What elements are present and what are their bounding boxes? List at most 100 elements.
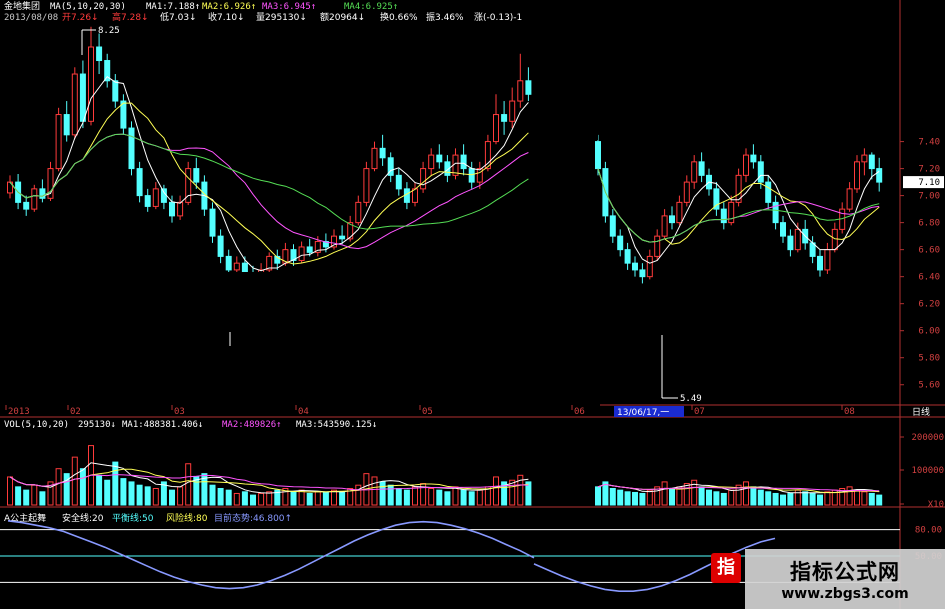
left-volume-bar	[371, 476, 378, 506]
indicator-balance-line: 平衡线:50	[112, 512, 154, 524]
right-candle	[624, 249, 631, 264]
left-volume-bar	[436, 489, 443, 506]
left-candle	[460, 154, 467, 170]
left-volume-bar	[71, 456, 78, 506]
left-volume-bar	[39, 491, 46, 506]
quote-volume: 量295130↓	[256, 12, 307, 23]
right-volume-bar	[683, 483, 690, 506]
left-volume-bar	[185, 463, 192, 506]
left-candle	[55, 114, 62, 170]
right-volume-bar	[824, 491, 831, 506]
price-tick-label: 7.00	[918, 192, 940, 202]
indicator-name: A公主起舞	[4, 512, 46, 524]
right-candle	[646, 255, 653, 278]
left-volume-bar	[63, 473, 70, 506]
ma4-value: MA4:6.925↑	[344, 2, 398, 12]
price-tick-label: 7.40	[918, 138, 940, 148]
right-candle	[676, 201, 683, 224]
right-volume-bar	[750, 486, 757, 506]
right-candle	[831, 228, 838, 251]
left-candle	[420, 168, 427, 190]
left-volume-bar	[412, 486, 418, 506]
right-volume-bar	[780, 494, 786, 506]
left-volume-bar	[96, 474, 103, 506]
watermark-logo: 指 指标公式网 www.zbgs3.com	[711, 549, 945, 609]
right-candle	[876, 168, 883, 183]
time-tick-label: 05	[422, 407, 433, 417]
price-tick-label: 6.60	[918, 246, 940, 256]
time-tick-label: 04	[298, 407, 309, 417]
volume-value: 295130↓	[78, 420, 116, 430]
left-volume-bar	[104, 479, 111, 506]
right-volume-bar	[876, 494, 883, 506]
left-volume-bar	[79, 468, 86, 506]
left-candle	[152, 188, 159, 207]
left-candle	[339, 235, 346, 240]
left-candle	[169, 201, 175, 217]
left-volume-bar	[152, 488, 159, 506]
left-volume-bar	[331, 489, 337, 506]
left-volume-bar	[428, 488, 435, 506]
indicator-tick-label: 80.00	[915, 526, 942, 536]
volume-ma2: MA2:489826↑	[222, 420, 282, 430]
candlestick-chart[interactable]: 5.498.25金地集团 MA(5,10,20,30) MA1:7.188↑ MA2:…	[0, 0, 945, 609]
mask-left	[0, 272, 185, 407]
indicator-safe-line: 安全线:20	[62, 512, 104, 524]
left-candle	[144, 195, 151, 207]
indicator-trend-value: 目前态势:46.800↑	[214, 512, 292, 524]
right-volume-bar	[809, 492, 816, 506]
left-candle	[160, 188, 167, 203]
right-candle	[817, 255, 823, 271]
left-candle	[476, 168, 483, 183]
left-volume-bar	[144, 486, 151, 506]
left-candle	[96, 46, 103, 62]
volume-tick-label: 100000	[911, 466, 944, 476]
left-volume-bar	[403, 489, 410, 506]
left-candle	[306, 246, 313, 253]
left-candle	[436, 154, 443, 163]
left-volume-bar	[233, 492, 240, 506]
left-volume-bar	[468, 491, 475, 506]
right-volume-bar	[772, 492, 779, 506]
time-tick-label: 02	[70, 407, 81, 417]
left-candle	[39, 188, 46, 199]
right-candle	[691, 161, 698, 183]
left-volume-bar	[209, 484, 216, 506]
right-candle	[757, 161, 764, 183]
mask-middle	[185, 272, 600, 407]
right-volume-bar	[646, 489, 653, 506]
left-volume-bar	[136, 484, 143, 506]
left-candle	[525, 80, 532, 95]
left-candle	[493, 114, 499, 143]
left-volume-bar	[339, 491, 346, 506]
right-candle	[868, 154, 875, 170]
ma-settings-label: MA(5,10,20,30)	[50, 2, 126, 12]
left-candle	[379, 147, 386, 159]
left-candle	[233, 262, 240, 271]
volume-ma1: MA1:488381.406↓	[122, 420, 203, 430]
left-volume-bar	[266, 491, 273, 506]
right-volume-bar	[787, 492, 794, 506]
right-volume-bar	[632, 491, 638, 506]
left-candle	[71, 73, 78, 136]
time-tick-label: 07	[694, 407, 705, 417]
left-candle	[501, 114, 508, 122]
left-volume-bar	[258, 492, 265, 506]
left-candle	[209, 208, 216, 237]
right-candle	[639, 269, 646, 278]
right-candle	[750, 154, 757, 163]
left-ma5-line	[9, 76, 529, 272]
left-volume-bar	[460, 489, 467, 506]
volume-tick-label: 200000	[911, 433, 944, 443]
left-volume-bar	[23, 489, 30, 506]
price-tick-label: 5.80	[918, 354, 940, 364]
left-volume-bar	[193, 476, 200, 506]
left-volume-bar	[476, 489, 483, 506]
right-volume-bar	[854, 489, 860, 506]
right-volume-bar	[617, 489, 624, 506]
left-volume-bar	[290, 491, 297, 506]
right-volume-bar	[698, 486, 705, 506]
high-price-label: 8.25	[98, 26, 120, 36]
stock-name: 金地集团	[4, 0, 40, 12]
right-volume-bar	[713, 491, 720, 506]
